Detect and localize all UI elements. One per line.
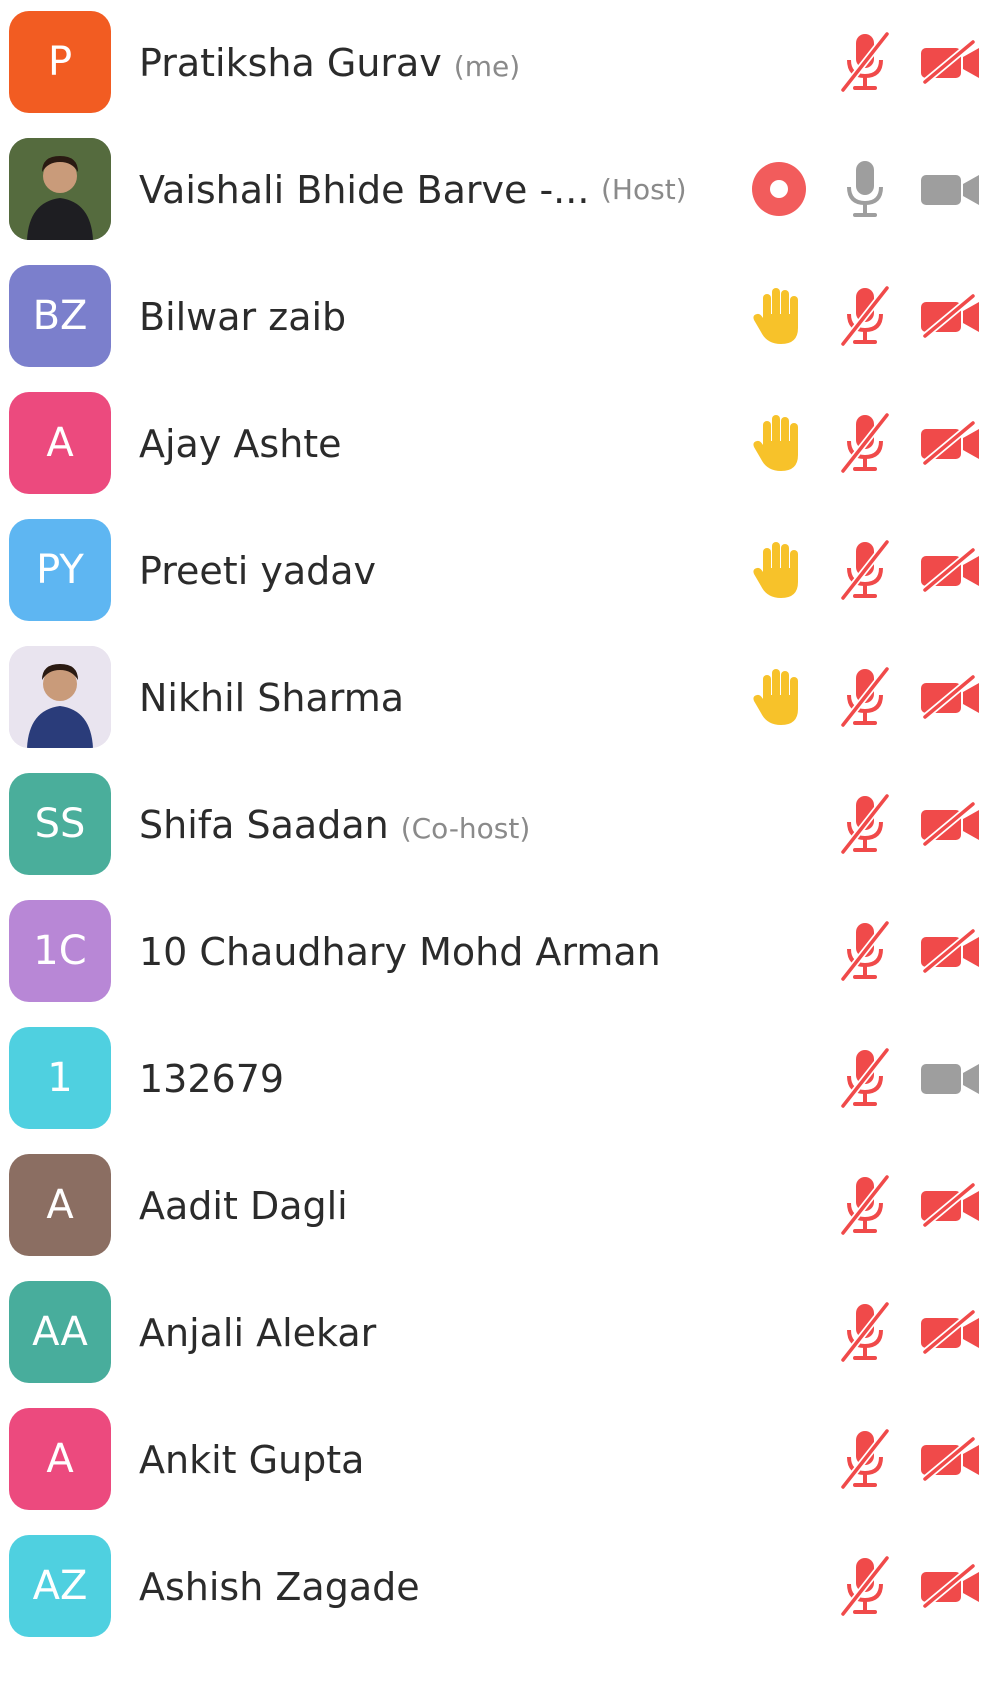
- recording-icon: [748, 155, 810, 223]
- video-off-icon[interactable]: [918, 28, 982, 96]
- participant-name-wrap: 10 Chaudhary Mohd Arman: [139, 924, 661, 980]
- participant-name-wrap: Vaishali Bhide Barve -...: [139, 162, 589, 218]
- mic-muted-icon[interactable]: [834, 663, 896, 731]
- video-icon[interactable]: [918, 1044, 982, 1112]
- avatar: 1C: [9, 900, 111, 1002]
- avatar: 1: [9, 1027, 111, 1129]
- mic-muted-icon[interactable]: [834, 282, 896, 350]
- participant-row[interactable]: Nikhil Sharma: [0, 635, 991, 771]
- participant-name-wrap: Ashish Zagade: [139, 1559, 420, 1615]
- video-off-icon[interactable]: [918, 1425, 982, 1493]
- video-off-icon[interactable]: [918, 917, 982, 985]
- participant-name: Shifa Saadan: [139, 803, 389, 847]
- mic-muted-icon[interactable]: [834, 536, 896, 604]
- avatar: A: [9, 1154, 111, 1256]
- video-off-icon[interactable]: [918, 790, 982, 858]
- participant-row[interactable]: SS Shifa Saadan (Co-host): [0, 762, 991, 898]
- mic-muted-icon[interactable]: [834, 1044, 896, 1112]
- participant-name-wrap: Nikhil Sharma: [139, 670, 404, 726]
- participant-row[interactable]: 1 132679: [0, 1016, 991, 1152]
- avatar: A: [9, 392, 111, 494]
- participant-row[interactable]: P Pratiksha Gurav (me): [0, 0, 991, 136]
- mic-muted-icon[interactable]: [834, 917, 896, 985]
- participant-name: Ankit Gupta: [139, 1438, 365, 1482]
- participant-row[interactable]: A Ajay Ashte: [0, 381, 991, 517]
- participant-name: Nikhil Sharma: [139, 676, 405, 720]
- avatar: A: [9, 1408, 111, 1510]
- mic-muted-icon[interactable]: [834, 1171, 896, 1239]
- participant-name: 132679: [139, 1057, 285, 1101]
- video-off-icon[interactable]: [918, 282, 982, 350]
- raised-hand-icon: [748, 282, 810, 350]
- video-off-icon[interactable]: [918, 663, 982, 731]
- participant-name-wrap: Pratiksha Gurav (me): [139, 35, 520, 91]
- participant-name: Ajay Ashte: [139, 422, 342, 466]
- participant-role-tag: (Co-host): [400, 812, 531, 845]
- participant-name-wrap: Anjali Alekar: [139, 1305, 376, 1361]
- participant-row[interactable]: A Ankit Gupta: [0, 1397, 991, 1533]
- mic-muted-icon[interactable]: [834, 1552, 896, 1620]
- video-off-icon[interactable]: [918, 536, 982, 604]
- video-off-icon[interactable]: [918, 1171, 982, 1239]
- mic-muted-icon[interactable]: [834, 790, 896, 858]
- participant-row[interactable]: AA Anjali Alekar: [0, 1270, 991, 1406]
- mic-muted-icon[interactable]: [834, 28, 896, 96]
- participant-name: Pratiksha Gurav: [139, 41, 442, 85]
- raised-hand-icon: [748, 536, 810, 604]
- participant-row[interactable]: 1C 10 Chaudhary Mohd Arman: [0, 889, 991, 1025]
- participant-name: Ashish Zagade: [139, 1565, 420, 1609]
- video-off-icon[interactable]: [918, 409, 982, 477]
- participant-name: Bilwar zaib: [139, 295, 347, 339]
- participant-role-tag: (Host): [601, 173, 687, 206]
- avatar: [9, 646, 111, 748]
- participant-name-wrap: Ajay Ashte: [139, 416, 342, 472]
- participant-row[interactable]: AZ Ashish Zagade: [0, 1524, 991, 1660]
- participant-name-wrap: Ankit Gupta: [139, 1432, 364, 1488]
- video-icon[interactable]: [918, 155, 982, 223]
- participant-name: 10 Chaudhary Mohd Arman: [139, 930, 661, 974]
- participant-name-wrap: Shifa Saadan (Co-host): [139, 797, 530, 853]
- avatar: AZ: [9, 1535, 111, 1637]
- mic-muted-icon[interactable]: [834, 1425, 896, 1493]
- participant-role-tag: (me): [453, 50, 521, 83]
- raised-hand-icon: [748, 663, 810, 731]
- avatar: PY: [9, 519, 111, 621]
- avatar: P: [9, 11, 111, 113]
- avatar: SS: [9, 773, 111, 875]
- raised-hand-icon: [748, 409, 810, 477]
- participant-name-wrap: Aadit Dagli: [139, 1178, 348, 1234]
- video-off-icon[interactable]: [918, 1298, 982, 1366]
- participant-name-wrap: Bilwar zaib: [139, 289, 346, 345]
- avatar: AA: [9, 1281, 111, 1383]
- video-off-icon[interactable]: [918, 1552, 982, 1620]
- participant-name: Aadit Dagli: [139, 1184, 348, 1228]
- avatar: BZ: [9, 265, 111, 367]
- mic-muted-icon[interactable]: [834, 409, 896, 477]
- participant-name: Anjali Alekar: [139, 1311, 377, 1355]
- participant-name: Vaishali Bhide Barve -...: [139, 168, 590, 212]
- avatar: [9, 138, 111, 240]
- mic-muted-icon[interactable]: [834, 1298, 896, 1366]
- participant-row[interactable]: A Aadit Dagli: [0, 1143, 991, 1279]
- participant-name-wrap: 132679: [139, 1051, 284, 1107]
- participant-name-wrap: Preeti yadav: [139, 543, 376, 599]
- mic-icon[interactable]: [834, 155, 896, 223]
- participant-name: Preeti yadav: [139, 549, 376, 593]
- participant-row[interactable]: BZ Bilwar zaib: [0, 254, 991, 390]
- participant-row[interactable]: PY Preeti yadav: [0, 508, 991, 644]
- participant-row[interactable]: Vaishali Bhide Barve -... (Host): [0, 127, 991, 263]
